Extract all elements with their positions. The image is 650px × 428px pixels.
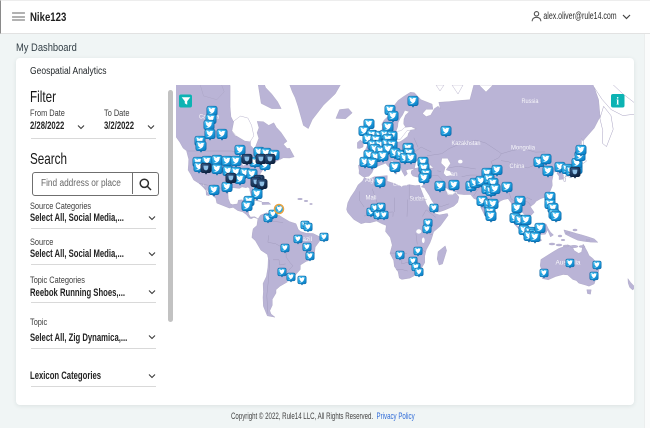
svg-text:i: i xyxy=(616,96,619,107)
svg-text:Russia: Russia xyxy=(522,98,539,105)
svg-text:Sudan: Sudan xyxy=(410,196,425,203)
svg-text:Kazakhstan: Kazakhstan xyxy=(452,140,481,147)
svg-text:Libya: Libya xyxy=(393,181,408,188)
svg-text:Mongolia: Mongolia xyxy=(511,145,536,152)
svg-text:Mali: Mali xyxy=(366,195,377,202)
svg-text:Iran: Iran xyxy=(447,171,459,178)
svg-text:China: China xyxy=(510,163,526,170)
